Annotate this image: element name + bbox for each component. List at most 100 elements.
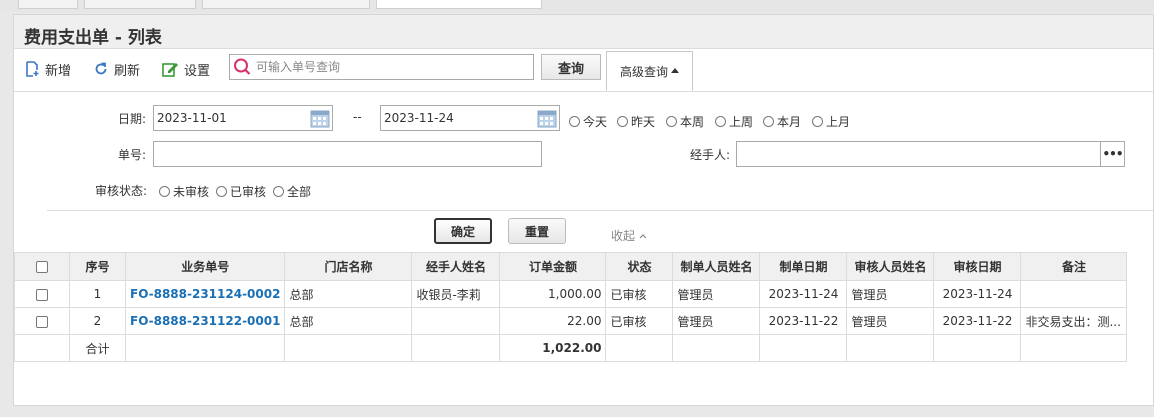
radio-this-month[interactable]: 本月 [763, 113, 801, 130]
radio-audited[interactable]: 已审核 [216, 183, 266, 200]
creator-cell: 管理员 [672, 307, 761, 335]
column-header[interactable]: 制单人员姓名 [672, 252, 761, 281]
window-tab[interactable] [84, 0, 196, 9]
column-header[interactable]: 审核日期 [933, 252, 1022, 281]
settings-button[interactable]: 设置 [162, 58, 210, 80]
add-button[interactable]: 新增 [24, 58, 71, 80]
confirm-button[interactable]: 确定 [434, 218, 492, 244]
creator-cell: 管理员 [672, 280, 761, 308]
summary-row: 合计 1,022.00 [14, 334, 1128, 362]
radio-circle [666, 116, 677, 127]
order-no-label: 单号: [118, 148, 147, 162]
handler-input[interactable]: ••• [736, 141, 1125, 167]
order-no-input[interactable] [153, 141, 542, 167]
calendar-icon[interactable] [310, 109, 330, 128]
date-to-field[interactable]: 2023-11-24 [380, 105, 560, 131]
summary-label: 合计 [69, 334, 126, 362]
date-from-field[interactable]: 2023-11-01 [153, 105, 333, 131]
main-panel: 费用支出单 - 列表 新增 刷新 设置 可输入单号查询 查询 高级查询 日期: … [13, 14, 1154, 406]
summary-blank-cell [605, 334, 674, 362]
toolbar: 新增 刷新 设置 查询 高级查询 [14, 49, 1153, 92]
radio-today[interactable]: 今天 [569, 113, 607, 130]
radio-yesterday[interactable]: 昨天 [617, 113, 655, 130]
more-icon[interactable]: ••• [1100, 142, 1124, 166]
column-header[interactable]: 门店名称 [284, 252, 413, 281]
collapse-toggle[interactable]: 收起 [611, 227, 647, 244]
calendar-icon[interactable] [537, 109, 557, 128]
radio-last-week[interactable]: 上周 [715, 113, 753, 130]
column-header[interactable]: 制单日期 [759, 252, 848, 281]
radio-circle [159, 186, 170, 197]
remark-cell [1020, 280, 1128, 308]
advanced-query-button[interactable]: 高级查询 [606, 51, 693, 91]
row-select-cell[interactable] [14, 307, 70, 335]
window-tab[interactable] [202, 0, 370, 9]
row-checkbox[interactable] [36, 288, 48, 301]
column-header[interactable]: 经手人姓名 [411, 252, 501, 281]
store-cell: 总部 [284, 307, 413, 335]
table-row[interactable]: 2 FO-8888-231122-0001 总部 22.00 已审核 管理员 2… [14, 307, 1128, 335]
column-header[interactable]: 备注 [1020, 252, 1128, 281]
advanced-query-label: 高级查询 [619, 64, 668, 79]
radio-label: 上周 [729, 115, 754, 129]
search-icon [234, 58, 251, 75]
summary-blank-cell [933, 334, 1022, 362]
radio-circle [617, 116, 628, 127]
row-select-cell[interactable] [14, 280, 70, 308]
window-tab[interactable] [18, 0, 78, 9]
expense-table: 序号 业务单号 门店名称 经手人姓名 订单金额 状态 制单人员姓名 制单日期 审… [14, 252, 1128, 362]
summary-blank-cell [284, 334, 413, 362]
caret-up-icon [671, 68, 679, 73]
refresh-button-label: 刷新 [114, 63, 141, 79]
date-from-value: 2023-11-01 [157, 111, 227, 125]
search-input[interactable] [254, 56, 528, 78]
collapse-label: 收起 [611, 229, 636, 243]
window-tab-active[interactable] [376, 0, 542, 9]
refresh-icon [95, 62, 107, 75]
select-all-cell[interactable] [14, 252, 70, 281]
status-cell: 已审核 [605, 307, 674, 335]
reset-button[interactable]: 重置 [508, 218, 566, 244]
column-header[interactable]: 业务单号 [124, 252, 286, 281]
edit-settings-icon [162, 63, 178, 77]
summary-blank-cell [14, 334, 70, 362]
audit-date-cell: 2023-11-24 [933, 280, 1022, 308]
summary-blank-cell [1020, 334, 1128, 362]
radio-last-month[interactable]: 上月 [812, 113, 850, 130]
radio-circle [763, 116, 774, 127]
advanced-filter-panel: 日期: 2023-11-01 -- 2023-11-24 今天 昨天 本周 上周… [14, 92, 1153, 227]
radio-circle [273, 186, 284, 197]
radio-unaudited[interactable]: 未审核 [159, 183, 209, 200]
table-row[interactable]: 1 FO-8888-231124-0002 总部 收银员-李莉 1,000.00… [14, 280, 1128, 308]
audit-status-label: 审核状态: [95, 184, 148, 198]
column-header[interactable]: 序号 [69, 252, 126, 281]
summary-blank-cell [759, 334, 848, 362]
auditor-cell: 管理员 [846, 307, 935, 335]
order-no-link[interactable]: FO-8888-231122-0001 [124, 307, 286, 335]
filter-divider [47, 210, 1154, 211]
order-no-link[interactable]: FO-8888-231124-0002 [124, 280, 286, 308]
radio-this-week[interactable]: 本周 [666, 113, 704, 130]
summary-blank-cell [411, 334, 501, 362]
column-header[interactable]: 订单金额 [499, 252, 607, 281]
handler-cell: 收银员-李莉 [411, 280, 501, 308]
row-checkbox[interactable] [36, 315, 48, 328]
created-date-cell: 2023-11-24 [759, 280, 848, 308]
amount-cell: 1,000.00 [499, 280, 607, 308]
status-cell: 已审核 [605, 280, 674, 308]
summary-blank-cell [672, 334, 761, 362]
column-header[interactable]: 状态 [605, 252, 674, 281]
audit-date-cell: 2023-11-22 [933, 307, 1022, 335]
refresh-button[interactable]: 刷新 [93, 58, 140, 80]
radio-label: 本月 [777, 115, 802, 129]
created-date-cell: 2023-11-22 [759, 307, 848, 335]
column-header[interactable]: 审核人员姓名 [846, 252, 935, 281]
radio-all[interactable]: 全部 [273, 183, 311, 200]
summary-blank-cell [846, 334, 935, 362]
date-to-value: 2023-11-24 [384, 111, 454, 125]
query-button[interactable]: 查询 [541, 54, 601, 80]
select-all-checkbox[interactable] [36, 261, 48, 273]
chevron-up-icon [639, 233, 647, 238]
radio-label: 全部 [287, 185, 312, 199]
radio-label: 已审核 [230, 185, 267, 199]
